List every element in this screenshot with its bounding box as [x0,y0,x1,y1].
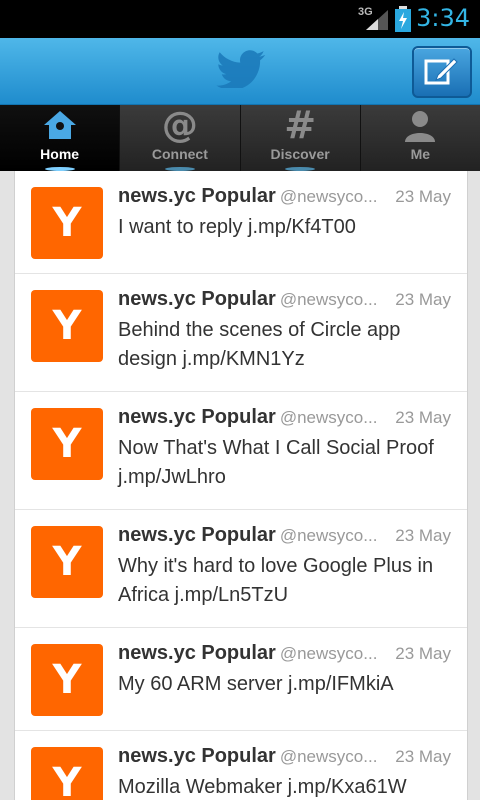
app-header [0,38,480,105]
tab-label: Me [410,146,431,162]
tab-me[interactable]: Me [361,105,480,171]
tweet-author-name: news.yc Popular [118,524,276,546]
tweet-item[interactable]: Y news.yc Popular @newsyco... 23 May I wan… [15,171,467,274]
tweet-feed[interactable]: Y news.yc Popular @newsyco... 23 May I wan… [14,171,468,800]
tweet-author-handle: @newsyco... [279,526,378,545]
tab-home[interactable]: Home [0,105,121,171]
tweet-date: 23 May [395,408,451,427]
tweet-text: Now That's What I Call Social Proof j.mp… [118,437,434,488]
tweet-text: Why it's hard to love Google Plus in Afr… [118,555,434,606]
tweet-item[interactable]: Y news.yc Popular @newsyco... 23 May My 60… [15,628,467,731]
compose-button[interactable] [412,46,472,98]
clock: 3:34 [416,4,470,32]
avatar[interactable]: Y [31,187,103,259]
person-icon [405,111,436,142]
hash-icon: # [284,103,317,147]
tweet-date: 23 May [395,187,451,206]
tweet-author-handle: @newsyco... [279,187,378,206]
home-icon [43,111,76,139]
battery-icon [395,6,411,32]
tweet-author-name: news.yc Popular [118,745,276,767]
tweet-author-handle: @newsyco... [279,408,378,427]
status-bar: 3G 3:34 [0,0,480,38]
tab-bar: Home @ Connect # Discover Me [0,103,480,171]
twitter-bird-icon [216,50,266,88]
tab-discover[interactable]: # Discover [241,103,361,171]
tab-label: Home [40,146,80,162]
tab-label: Discover [270,146,330,162]
tweet-author-name: news.yc Popular [118,185,276,207]
tab-connect[interactable]: @ Connect [120,104,241,171]
tweet-date: 23 May [395,526,451,545]
avatar[interactable]: Y [31,290,103,362]
compose-icon [424,58,458,85]
tweet-author-handle: @newsyco... [279,290,378,309]
tweet-date: 23 May [395,290,451,309]
tweet-text: Mozilla Webmaker j.mp/Kxa61W [118,776,407,798]
tweet-author-handle: @newsyco... [279,747,378,766]
tweet-item[interactable]: Y news.yc Popular @newsyco... 23 May Now T… [15,392,467,510]
tweet-date: 23 May [395,747,451,766]
tweet-text: I want to reply j.mp/Kf4T00 [118,216,356,238]
tweet-item[interactable]: Y news.yc Popular @newsyco... 23 May Mozil… [15,731,467,800]
tweet-item[interactable]: Y news.yc Popular @newsyco... 23 May Why i… [15,510,467,628]
at-icon: @ [161,104,198,146]
tweet-author-name: news.yc Popular [118,642,276,664]
avatar[interactable]: Y [31,747,103,800]
tweet-author-name: news.yc Popular [118,406,276,428]
tweet-item[interactable]: Y news.yc Popular @newsyco... 23 May Behin… [15,274,467,392]
tab-label: Connect [151,146,208,162]
tweet-author-name: news.yc Popular [118,288,276,310]
tweet-date: 23 May [395,644,451,663]
tweet-text: My 60 ARM server j.mp/IFMkiA [118,673,394,695]
tweet-author-handle: @newsyco... [279,644,378,663]
avatar[interactable]: Y [31,644,103,716]
signal-icon [366,10,388,30]
avatar[interactable]: Y [31,526,103,598]
tweet-text: Behind the scenes of Circle app design j… [118,319,401,370]
avatar[interactable]: Y [31,408,103,480]
